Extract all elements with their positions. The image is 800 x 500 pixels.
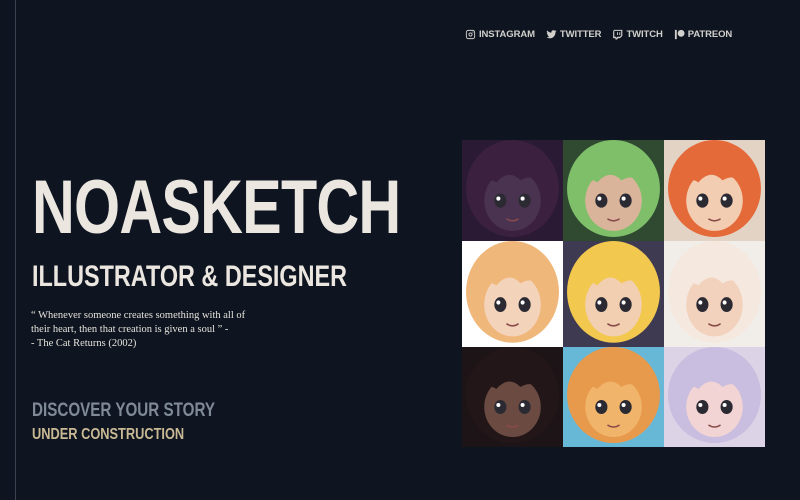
site-title: NOASKETCH	[32, 165, 401, 250]
patreon-icon	[674, 29, 685, 40]
twitter-link[interactable]: TWITTER	[546, 29, 602, 40]
gallery-tile-portrait-blue-dragon[interactable]	[563, 347, 664, 447]
instagram-link[interactable]: INSTAGRAM	[465, 29, 535, 40]
twitter-icon	[546, 30, 557, 39]
twitch-label: TWITCH	[626, 29, 663, 40]
social-nav: INSTAGRAM TWITTER TWITCH PATREON	[465, 29, 732, 40]
portrait-dark-hair-artwork	[462, 347, 563, 447]
portrait-witch-hat-artwork	[462, 140, 563, 241]
portrait-lilac-hair-artwork	[664, 347, 765, 447]
quote-block: “ Whenever someone creates something wit…	[31, 309, 259, 351]
gallery-tile-portrait-dark-hair[interactable]	[462, 347, 563, 447]
site-subtitle: ILLUSTRATOR & DESIGNER	[32, 260, 348, 293]
twitch-icon	[613, 29, 623, 40]
discover-heading: DISCOVER YOUR STORY	[32, 400, 216, 421]
patreon-link[interactable]: PATREON	[674, 29, 732, 40]
gallery-tile-portrait-sailor-blonde[interactable]	[563, 241, 664, 347]
quote-source: - The Cat Returns (2002)	[31, 338, 137, 349]
twitch-link[interactable]: TWITCH	[612, 29, 663, 40]
portrait-green-hair-artwork	[563, 140, 664, 241]
portrait-sailor-blonde-artwork	[563, 241, 664, 347]
twitter-label: TWITTER	[559, 29, 602, 40]
gallery-tile-portrait-orange-hair[interactable]	[664, 140, 765, 241]
portrait-white-fluffy-artwork	[664, 241, 765, 347]
instagram-label: INSTAGRAM	[479, 29, 535, 40]
gallery-tile-portrait-green-hair[interactable]	[563, 140, 664, 241]
gallery-tile-portrait-witch-hat[interactable]	[462, 140, 563, 241]
artwork-gallery	[462, 140, 765, 447]
patreon-label: PATREON	[687, 29, 733, 40]
gallery-tile-portrait-blonde-crying[interactable]	[462, 241, 563, 347]
portrait-orange-hair-artwork	[664, 140, 765, 241]
quote-text: “ Whenever someone creates something wit…	[31, 310, 246, 335]
status-text: UNDER CONSTRUCTION	[32, 426, 185, 443]
left-divider	[15, 0, 16, 500]
portrait-blonde-crying-artwork	[462, 241, 563, 347]
gallery-tile-portrait-white-fluffy[interactable]	[664, 241, 765, 347]
gallery-tile-portrait-lilac-hair[interactable]	[664, 347, 765, 447]
portrait-blue-dragon-artwork	[563, 347, 664, 447]
instagram-icon	[465, 29, 476, 40]
